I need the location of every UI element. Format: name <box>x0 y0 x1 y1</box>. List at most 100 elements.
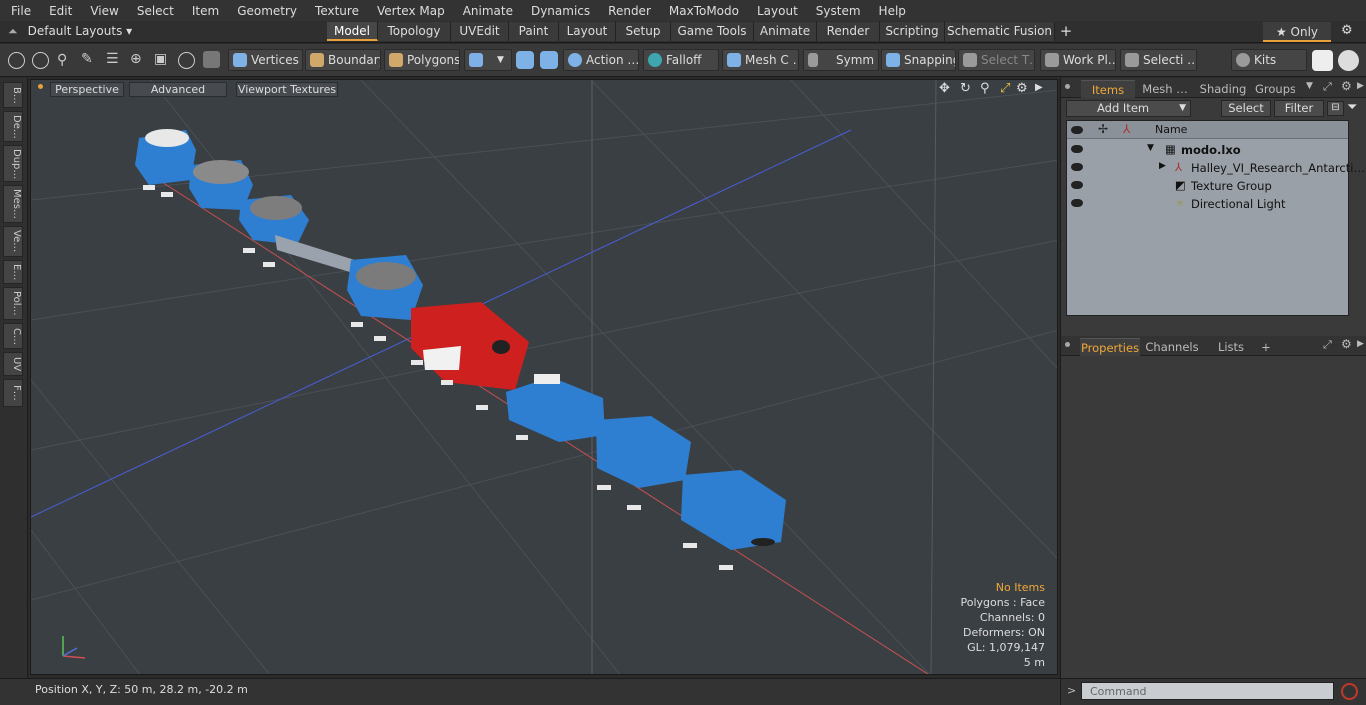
left-tab-uv[interactable]: UV <box>3 352 23 376</box>
tabs-dropdown-icon[interactable]: ▼ <box>1306 81 1313 91</box>
record-icon[interactable] <box>1341 683 1358 700</box>
only-toggle[interactable]: ★ Only <box>1263 22 1331 42</box>
menu-view[interactable]: View <box>81 4 127 18</box>
left-tab-vertex[interactable]: Ve… <box>3 226 23 257</box>
menu-item[interactable]: Item <box>183 4 228 18</box>
tab-render[interactable]: Render <box>817 22 880 41</box>
viewport-settings-gear-icon[interactable]: ⚙ <box>1016 81 1028 96</box>
advanced-button[interactable]: Advanced <box>129 82 227 97</box>
left-tab-basic[interactable]: B… <box>3 82 23 108</box>
funnel-filter-icon[interactable]: ⏷ <box>1347 100 1357 115</box>
tab-channels[interactable]: Channels <box>1144 338 1200 356</box>
menu-vertex-map[interactable]: Vertex Map <box>368 4 454 18</box>
expand-panel-icon[interactable]: ⤢ <box>1323 338 1332 352</box>
globe-icon[interactable] <box>32 52 49 69</box>
tab-setup[interactable]: Setup <box>616 22 671 41</box>
list-item[interactable]: ☀ Directional Light <box>1067 195 1348 213</box>
select-mode-circle-icon[interactable] <box>8 52 25 69</box>
menu-texture[interactable]: Texture <box>306 4 368 18</box>
tab-items[interactable]: Items <box>1081 80 1135 98</box>
eye-icon[interactable] <box>1071 199 1083 207</box>
list-item[interactable]: ◩ Texture Group <box>1067 177 1348 195</box>
tab-model[interactable]: Model <box>327 22 378 41</box>
snap-shield-icon[interactable] <box>540 51 558 69</box>
symmetry-button[interactable]: Symm … <box>803 49 879 71</box>
tab-game-tools[interactable]: Game Tools <box>671 22 754 41</box>
name-column-header[interactable]: Name <box>1155 123 1187 136</box>
vertices-button[interactable]: Vertices <box>228 49 303 71</box>
menu-geometry[interactable]: Geometry <box>228 4 306 18</box>
tab-layout[interactable]: Layout <box>559 22 616 41</box>
selection-sets-button[interactable]: Selecti … <box>1120 49 1197 71</box>
frame-icon[interactable]: ▣ <box>154 51 167 67</box>
menu-dynamics[interactable]: Dynamics <box>522 4 599 18</box>
left-tab-edge[interactable]: E… <box>3 260 23 284</box>
select-through-button[interactable]: Select T… <box>958 49 1035 71</box>
expand-arrow-icon[interactable]: ▶ <box>1159 161 1166 171</box>
tab-groups[interactable]: Groups <box>1255 80 1295 98</box>
add-item-button[interactable]: Add Item ▼ <box>1066 100 1191 117</box>
brush-icon[interactable]: ✎ <box>81 51 93 67</box>
filter-button[interactable]: Filter <box>1274 100 1324 117</box>
move-view-icon[interactable]: ✥ <box>939 81 950 96</box>
panel-arrow-icon[interactable]: ▶ <box>1357 81 1364 91</box>
eye-icon[interactable] <box>1071 145 1083 153</box>
symmetry-shield-icon[interactable] <box>516 51 534 69</box>
pen-icon[interactable]: ⚲ <box>57 52 67 68</box>
expand-panel-icon[interactable]: ⤢ <box>1323 80 1332 94</box>
boundary-button[interactable]: Boundary <box>305 49 381 71</box>
mesh-constraints-button[interactable]: Mesh C … <box>722 49 799 71</box>
material-mode-button[interactable]: ▼ <box>464 49 512 71</box>
menu-select[interactable]: Select <box>128 4 183 18</box>
select-button[interactable]: Select <box>1221 100 1271 117</box>
action-center-button[interactable]: Action … <box>563 49 639 71</box>
left-tab-fusion[interactable]: F… <box>3 379 23 407</box>
maximize-icon[interactable]: ⤢ <box>1000 81 1010 96</box>
unity-icon[interactable] <box>1312 50 1333 71</box>
menu-help[interactable]: Help <box>870 4 915 18</box>
collapse-icon[interactable]: ⊟ <box>1327 101 1344 116</box>
left-tab-mesh[interactable]: Mes… <box>3 185 23 223</box>
layout-selector[interactable]: ⏶ Default Layouts ▾ <box>8 24 132 39</box>
add-panel-tab-button[interactable]: + <box>1259 338 1273 356</box>
panel-gear-icon[interactable]: ⚙ <box>1341 79 1352 93</box>
center-icon[interactable]: ⊕ <box>130 51 142 67</box>
work-plane-button[interactable]: Work Pl… <box>1040 49 1116 71</box>
kits-button[interactable]: Kits <box>1231 49 1307 71</box>
menu-layout[interactable]: Layout <box>748 4 807 18</box>
panel-gear-icon[interactable]: ⚙ <box>1341 337 1352 351</box>
menu-file[interactable]: File <box>0 4 40 18</box>
zoom-icon[interactable]: ⚲ <box>980 81 990 96</box>
falloff-button[interactable]: Falloff <box>643 49 719 71</box>
expand-arrow-icon[interactable]: ▼ <box>1147 143 1154 153</box>
left-tab-polygon[interactable]: Pol… <box>3 287 23 320</box>
left-tab-deform[interactable]: De… <box>3 111 23 142</box>
unreal-icon[interactable] <box>1338 50 1359 71</box>
tab-topology[interactable]: Topology <box>378 22 451 41</box>
polygons-button[interactable]: Polygons <box>384 49 460 71</box>
tab-lists[interactable]: Lists <box>1206 338 1256 356</box>
menu-animate[interactable]: Animate <box>454 4 522 18</box>
rotate-view-icon[interactable]: ↻ <box>960 81 971 96</box>
menu-maxtomodo[interactable]: MaxToModo <box>660 4 748 18</box>
eye-icon[interactable] <box>1071 163 1083 171</box>
3d-viewport[interactable]: Perspective Advanced Viewport Textures ✥… <box>30 79 1058 675</box>
left-tab-curve[interactable]: C… <box>3 323 23 349</box>
snapping-button[interactable]: Snapping <box>881 49 956 71</box>
command-input[interactable]: Command <box>1081 682 1334 700</box>
perspective-button[interactable]: Perspective <box>50 82 124 97</box>
tab-shading[interactable]: Shading <box>1195 80 1251 98</box>
left-tab-duplicate[interactable]: Dup… <box>3 145 23 182</box>
tab-schematic-fusion[interactable]: Schematic Fusion <box>945 22 1055 41</box>
tab-properties[interactable]: Properties <box>1080 338 1140 356</box>
menu-system[interactable]: System <box>807 4 870 18</box>
pivot-icon[interactable] <box>178 52 195 69</box>
menu-render[interactable]: Render <box>599 4 660 18</box>
add-tab-button[interactable]: + <box>1055 22 1077 41</box>
tab-paint[interactable]: Paint <box>509 22 559 41</box>
viewport-textures-button[interactable]: Viewport Textures <box>236 82 338 97</box>
tab-scripting[interactable]: Scripting <box>880 22 945 41</box>
list-item[interactable]: ▶ ⅄ Halley_VI_Research_Antarcti… <box>1067 159 1365 177</box>
panel-arrow-icon[interactable]: ▶ <box>1357 339 1364 349</box>
settings-gear-icon[interactable]: ⚙ <box>1341 23 1353 38</box>
